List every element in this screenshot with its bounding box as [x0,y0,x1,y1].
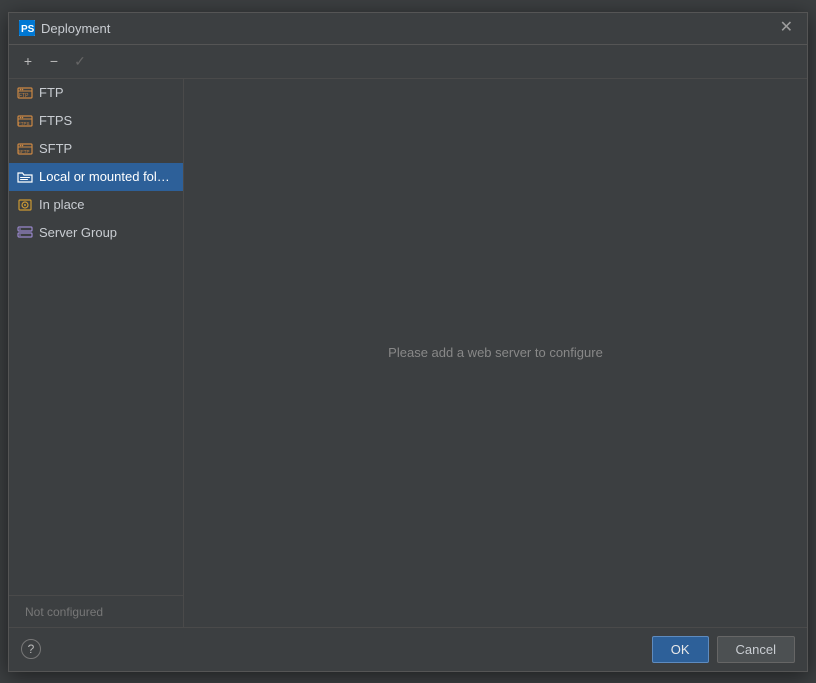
inplace-icon [17,197,33,213]
local-folder-icon [17,169,33,185]
placeholder-message: Please add a web server to configure [388,345,603,360]
server-list: FTP FTP FTPS [9,79,183,595]
left-panel: FTP FTP FTPS [9,79,184,627]
content-area: FTP FTP FTPS [9,79,807,627]
help-button[interactable]: ? [21,639,41,659]
svg-text:SFTP: SFTP [18,149,30,154]
server-item-ftps[interactable]: FTPS FTPS [9,107,183,135]
cancel-button[interactable]: Cancel [717,636,795,663]
server-item-sftp[interactable]: SFTP SFTP [9,135,183,163]
not-configured-text: Not configured [17,601,111,623]
server-item-inplace[interactable]: In place [9,191,183,219]
app-icon: PS [19,20,35,36]
title-bar-left: PS Deployment [19,20,110,36]
sftp-label: SFTP [39,141,72,156]
svg-text:PS: PS [21,24,35,35]
ftp-icon: FTP [17,85,33,101]
add-button[interactable]: + [17,50,39,72]
server-item-ftp[interactable]: FTP FTP [9,79,183,107]
svg-text:FTP: FTP [19,93,29,99]
title-bar: PS Deployment ✕ [9,13,807,45]
dialog-title: Deployment [41,21,110,36]
inplace-label: In place [39,197,85,212]
not-configured-section: Not configured [9,595,183,627]
deployment-dialog: PS Deployment ✕ + − ✓ [8,12,808,672]
server-item-servergroup[interactable]: Server Group [9,219,183,247]
ok-button[interactable]: OK [652,636,709,663]
ftps-icon: FTPS [17,113,33,129]
dialog-footer: ? OK Cancel [9,627,807,671]
local-label: Local or mounted folder [39,169,175,184]
check-button[interactable]: ✓ [69,50,91,72]
sftp-icon: SFTP [17,141,33,157]
svg-text:FTPS: FTPS [18,121,30,126]
ftps-label: FTPS [39,113,72,128]
close-button[interactable]: ✕ [776,18,797,38]
servergroup-label: Server Group [39,225,117,240]
right-panel: Please add a web server to configure [184,79,807,627]
server-item-local[interactable]: Local or mounted folder [9,163,183,191]
footer-left: ? [21,639,644,659]
toolbar: + − ✓ [9,45,807,79]
ftp-label: FTP [39,85,64,100]
servergroup-icon [17,225,33,241]
remove-button[interactable]: − [43,50,65,72]
